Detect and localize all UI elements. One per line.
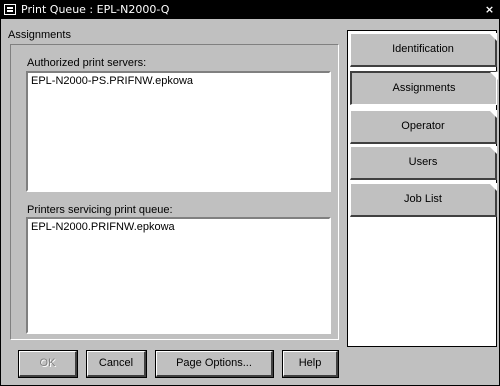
help-button[interactable]: Help (282, 350, 339, 378)
ok-button[interactable]: OK (18, 350, 78, 378)
page-corner-icon (490, 72, 498, 80)
close-button[interactable]: × (483, 3, 496, 16)
tab-label: Assignments (392, 82, 456, 94)
list-item[interactable]: EPL-N2000.PRIFNW.epkowa (31, 221, 326, 234)
page-corner-icon (489, 33, 497, 41)
window-menu-icon[interactable] (4, 4, 16, 15)
list-item[interactable]: EPL-N2000-PS.PRIFNW.epkowa (31, 75, 326, 88)
tab-job-list[interactable]: Job List (350, 183, 497, 217)
tab-operator[interactable]: Operator (350, 110, 497, 144)
tab-label: Identification (392, 43, 454, 55)
page-options-button[interactable]: Page Options... (155, 350, 274, 378)
title-bar[interactable]: Print Queue : EPL-N2000-Q × (1, 1, 499, 19)
window-title: Print Queue : EPL-N2000-Q (21, 3, 170, 16)
page-corner-icon (489, 146, 497, 154)
tab-users[interactable]: Users (350, 146, 497, 180)
tab-label: Operator (401, 120, 445, 132)
print-queue-window: Print Queue : EPL-N2000-Q × Assignments … (0, 0, 500, 386)
printers-listbox[interactable]: EPL-N2000.PRIFNW.epkowa (26, 217, 331, 334)
tab-label: Users (408, 156, 438, 168)
servers-listbox[interactable]: EPL-N2000-PS.PRIFNW.epkowa (26, 71, 331, 192)
servers-label: Authorized print servers: (27, 57, 147, 69)
printers-label: Printers servicing print queue: (27, 204, 173, 216)
page-corner-icon (489, 110, 497, 118)
tab-label: Job List (404, 193, 442, 205)
page-tab-panel: Identification Assignments Operator User… (347, 30, 498, 347)
cancel-button[interactable]: Cancel (86, 350, 147, 378)
tab-identification[interactable]: Identification (350, 33, 497, 67)
tab-assignments[interactable]: Assignments (350, 71, 498, 105)
page-corner-icon (489, 183, 497, 191)
assignments-group-label: Assignments (8, 29, 71, 41)
